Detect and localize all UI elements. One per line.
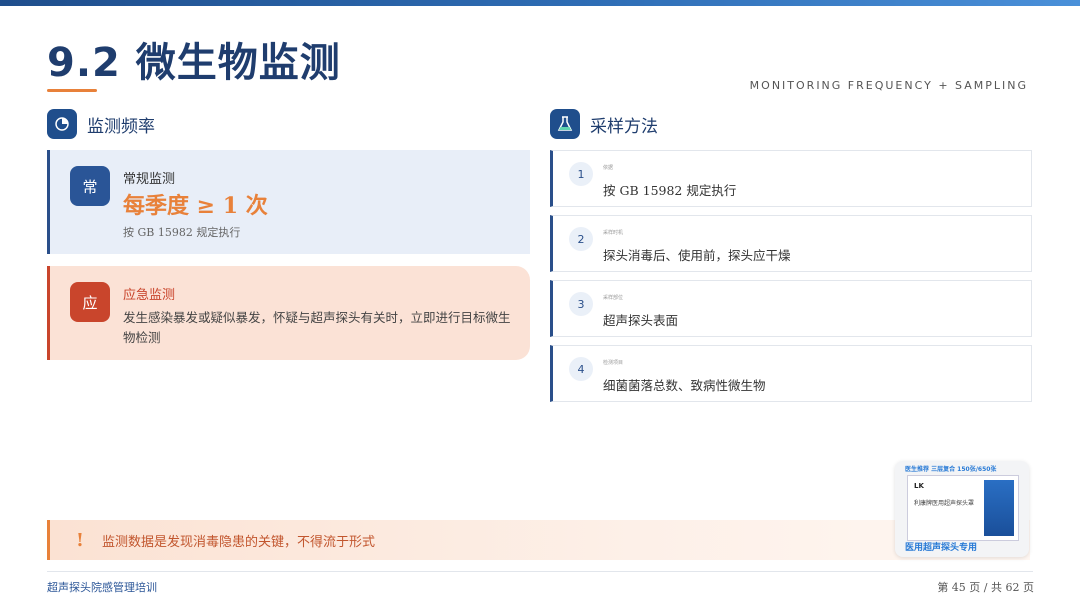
step-number: 1 xyxy=(569,162,593,186)
step-number: 2 xyxy=(569,227,593,251)
frequency-section-title: 监测频率 xyxy=(87,116,155,137)
product-photo: 医生推荐 三层复合 150张/650张 LK 利康牌医用超声探头罩 医用超声探头… xyxy=(895,461,1029,557)
routine-badge: 常 xyxy=(70,166,110,206)
emergency-monitoring-card: 应 应急监测 发生感染暴发或疑似暴发，怀疑与超声探头有关时，立即进行目标微生物检… xyxy=(47,266,530,360)
footer-course-title: 超声探头院感管理培训 xyxy=(47,581,157,594)
sampling-step: 2 采样时机 探头消毒后、使用前，探头应干燥 xyxy=(550,215,1032,272)
product-name: 利康牌医用超声探头罩 xyxy=(914,500,975,507)
sampling-section-title: 采样方法 xyxy=(590,116,658,137)
routine-monitoring-card: 常 常规监测 每季度 ≥ 1 次 按 GB 15982 规定执行 xyxy=(47,150,530,254)
product-brand: LK xyxy=(914,482,924,490)
emergency-badge: 应 xyxy=(70,282,110,322)
english-subtitle: MONITORING FREQUENCY + SAMPLING xyxy=(749,79,1028,92)
product-top-text: 医生推荐 三层复合 150张/650张 xyxy=(905,466,997,473)
sampling-step: 4 检测项目 细菌菌落总数、致病性微生物 xyxy=(550,345,1032,402)
step-number: 4 xyxy=(569,357,593,381)
step-text: 超声探头表面 xyxy=(603,313,679,328)
flask-icon xyxy=(550,109,580,139)
routine-title: 常规监测 xyxy=(123,172,176,187)
page-number: 第 45 页 / 共 62 页 xyxy=(937,581,1034,594)
sampling-step: 1 依据 按 GB 15982 规定执行 xyxy=(550,150,1032,207)
top-accent-bar xyxy=(0,0,1080,6)
step-number: 3 xyxy=(569,292,593,316)
step-text: 按 GB 15982 规定执行 xyxy=(603,183,737,198)
product-box-image: LK 利康牌医用超声探头罩 xyxy=(907,475,1019,541)
sampling-step: 3 采样部位 超声探头表面 xyxy=(550,280,1032,337)
step-tag: 依据 xyxy=(603,165,614,171)
alert-banner: ! 监测数据是发现消毒隐患的关键，不得流于形式 xyxy=(47,520,1030,560)
step-tag: 采样部位 xyxy=(603,295,624,301)
step-text: 探头消毒后、使用前，探头应干燥 xyxy=(603,248,791,263)
product-bottom-text: 医用超声探头专用 xyxy=(905,543,978,553)
step-tag: 采样时机 xyxy=(603,230,624,236)
pie-chart-icon xyxy=(47,109,77,139)
step-text: 细菌菌落总数、致病性微生物 xyxy=(603,378,766,393)
page-title: 9.2 微生物监测 xyxy=(47,40,341,86)
emergency-description: 发生感染暴发或疑似暴发，怀疑与超声探头有关时，立即进行目标微生物检测 xyxy=(123,310,511,345)
sampling-section-header: 采样方法 xyxy=(550,109,658,139)
frequency-section-header: 监测频率 xyxy=(47,109,155,139)
title-underline xyxy=(47,89,97,92)
exclamation-icon: ! xyxy=(76,529,84,551)
routine-frequency: 每季度 ≥ 1 次 xyxy=(123,193,268,219)
routine-note: 按 GB 15982 规定执行 xyxy=(123,226,241,239)
footer-divider xyxy=(47,571,1033,572)
step-tag: 检测项目 xyxy=(603,360,624,366)
alert-text: 监测数据是发现消毒隐患的关键，不得流于形式 xyxy=(102,534,376,550)
emergency-title: 应急监测 xyxy=(123,288,176,303)
